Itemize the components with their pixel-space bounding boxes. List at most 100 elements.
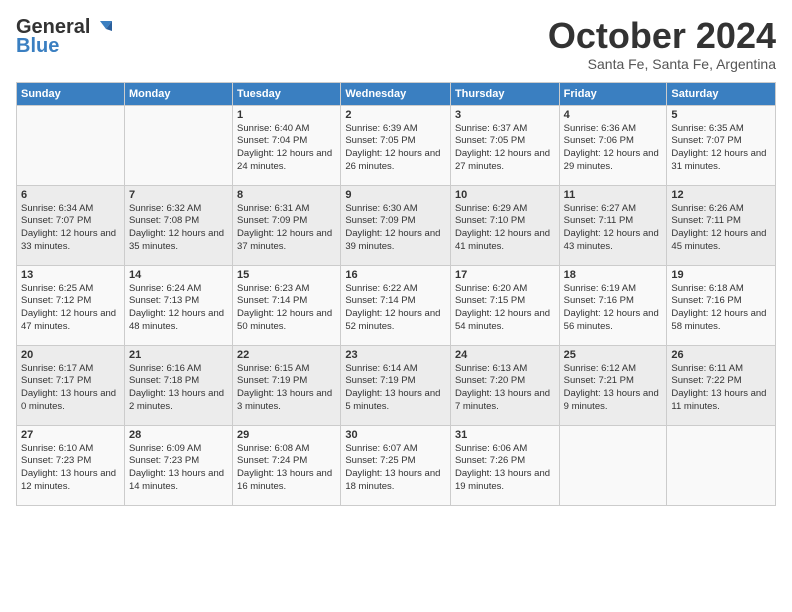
calendar-cell: 11 Sunrise: 6:27 AM Sunset: 7:11 PM Dayli…: [559, 185, 667, 265]
logo-bird-icon: [92, 17, 114, 39]
calendar-cell: [667, 425, 776, 505]
day-number: 18: [564, 269, 663, 281]
calendar-cell: 13 Sunrise: 6:25 AM Sunset: 7:12 PM Dayli…: [17, 265, 125, 345]
day-number: 26: [671, 349, 771, 361]
day-number: 14: [129, 269, 228, 281]
day-number: 19: [671, 269, 771, 281]
day-number: 2: [345, 109, 446, 121]
calendar-cell: 27 Sunrise: 6:10 AM Sunset: 7:23 PM Dayli…: [17, 425, 125, 505]
day-number: 22: [237, 349, 336, 361]
calendar-table: SundayMondayTuesdayWednesdayThursdayFrid…: [16, 82, 776, 506]
calendar-cell: 2 Sunrise: 6:39 AM Sunset: 7:05 PM Daylig…: [341, 105, 451, 185]
calendar-cell: 31 Sunrise: 6:06 AM Sunset: 7:26 PM Dayli…: [450, 425, 559, 505]
day-detail: Sunrise: 6:26 AM Sunset: 7:11 PM Dayligh…: [671, 203, 766, 252]
day-number: 27: [21, 429, 120, 441]
day-number: 1: [237, 109, 336, 121]
calendar-cell: 12 Sunrise: 6:26 AM Sunset: 7:11 PM Dayli…: [667, 185, 776, 265]
calendar-week-2: 6 Sunrise: 6:34 AM Sunset: 7:07 PM Daylig…: [17, 185, 776, 265]
calendar-cell: 30 Sunrise: 6:07 AM Sunset: 7:25 PM Dayli…: [341, 425, 451, 505]
weekday-header-wednesday: Wednesday: [341, 82, 451, 105]
calendar-cell: 3Sunrise: 6:37 AM Sunset: 7:05 PM Daylig…: [450, 105, 559, 185]
calendar-cell: 15 Sunrise: 6:23 AM Sunset: 7:14 PM Dayli…: [233, 265, 341, 345]
calendar-header: SundayMondayTuesdayWednesdayThursdayFrid…: [17, 82, 776, 105]
calendar-cell: 20 Sunrise: 6:17 AM Sunset: 7:17 PM Dayli…: [17, 345, 125, 425]
weekday-header-row: SundayMondayTuesdayWednesdayThursdayFrid…: [17, 82, 776, 105]
logo-blue-text: Blue: [16, 35, 59, 58]
weekday-header-tuesday: Tuesday: [233, 82, 341, 105]
calendar-cell: 25 Sunrise: 6:12 AM Sunset: 7:21 PM Dayli…: [559, 345, 667, 425]
weekday-header-sunday: Sunday: [17, 82, 125, 105]
calendar-cell: 7 Sunrise: 6:32 AM Sunset: 7:08 PM Daylig…: [124, 185, 232, 265]
day-detail: Sunrise: 6:23 AM Sunset: 7:14 PM Dayligh…: [237, 283, 332, 332]
calendar-week-1: 1 Sunrise: 6:40 AM Sunset: 7:04 PM Daylig…: [17, 105, 776, 185]
day-detail: Sunrise: 6:20 AM Sunset: 7:15 PM Dayligh…: [455, 283, 550, 332]
calendar-body: 1 Sunrise: 6:40 AM Sunset: 7:04 PM Daylig…: [17, 105, 776, 505]
calendar-cell: 29Sunrise: 6:08 AM Sunset: 7:24 PM Dayli…: [233, 425, 341, 505]
title-area: October 2024 Santa Fe, Santa Fe, Argenti…: [548, 16, 776, 72]
day-detail: Sunrise: 6:30 AM Sunset: 7:09 PM Dayligh…: [345, 203, 440, 252]
calendar-cell: 23 Sunrise: 6:14 AM Sunset: 7:19 PM Dayli…: [341, 345, 451, 425]
day-detail: Sunrise: 6:36 AM Sunset: 7:06 PM Dayligh…: [564, 123, 659, 172]
day-detail: Sunrise: 6:17 AM Sunset: 7:17 PM Dayligh…: [21, 363, 116, 412]
day-number: 20: [21, 349, 120, 361]
day-number: 15: [237, 269, 336, 281]
day-detail: Sunrise: 6:11 AM Sunset: 7:22 PM Dayligh…: [671, 363, 766, 412]
day-number: 30: [345, 429, 446, 441]
calendar-cell: 18 Sunrise: 6:19 AM Sunset: 7:16 PM Dayli…: [559, 265, 667, 345]
day-detail: Sunrise: 6:40 AM Sunset: 7:04 PM Dayligh…: [237, 123, 332, 172]
calendar-week-3: 13 Sunrise: 6:25 AM Sunset: 7:12 PM Dayli…: [17, 265, 776, 345]
day-detail: Sunrise: 6:10 AM Sunset: 7:23 PM Dayligh…: [21, 443, 116, 492]
day-number: 13: [21, 269, 120, 281]
calendar-cell: 17 Sunrise: 6:20 AM Sunset: 7:15 PM Dayli…: [450, 265, 559, 345]
day-detail: Sunrise: 6:32 AM Sunset: 7:08 PM Dayligh…: [129, 203, 224, 252]
day-detail: Sunrise: 6:24 AM Sunset: 7:13 PM Dayligh…: [129, 283, 224, 332]
day-detail: Sunrise: 6:25 AM Sunset: 7:12 PM Dayligh…: [21, 283, 116, 332]
calendar-cell: [124, 105, 232, 185]
day-number: 7: [129, 189, 228, 201]
header: General Blue October 2024 Santa Fe, Sant…: [16, 16, 776, 72]
calendar-cell: 24Sunrise: 6:13 AM Sunset: 7:20 PM Dayli…: [450, 345, 559, 425]
calendar-cell: 14 Sunrise: 6:24 AM Sunset: 7:13 PM Dayli…: [124, 265, 232, 345]
day-detail: Sunrise: 6:34 AM Sunset: 7:07 PM Dayligh…: [21, 203, 116, 252]
day-number: 28: [129, 429, 228, 441]
day-number: 11: [564, 189, 663, 201]
day-detail: Sunrise: 6:39 AM Sunset: 7:05 PM Dayligh…: [345, 123, 440, 172]
day-detail: Sunrise: 6:29 AM Sunset: 7:10 PM Dayligh…: [455, 203, 550, 252]
day-detail: Sunrise: 6:09 AM Sunset: 7:23 PM Dayligh…: [129, 443, 224, 492]
day-number: 31: [455, 429, 555, 441]
day-detail: Sunrise: 6:22 AM Sunset: 7:14 PM Dayligh…: [345, 283, 440, 332]
day-number: 9: [345, 189, 446, 201]
day-number: 8: [237, 189, 336, 201]
day-detail: Sunrise: 6:06 AM Sunset: 7:26 PM Dayligh…: [455, 443, 550, 492]
day-detail: Sunrise: 6:07 AM Sunset: 7:25 PM Dayligh…: [345, 443, 440, 492]
day-number: 4: [564, 109, 663, 121]
calendar-cell: 26 Sunrise: 6:11 AM Sunset: 7:22 PM Dayli…: [667, 345, 776, 425]
day-detail: Sunrise: 6:16 AM Sunset: 7:18 PM Dayligh…: [129, 363, 224, 412]
calendar-cell: 4 Sunrise: 6:36 AM Sunset: 7:06 PM Daylig…: [559, 105, 667, 185]
day-number: 23: [345, 349, 446, 361]
calendar-cell: [559, 425, 667, 505]
day-number: 17: [455, 269, 555, 281]
weekday-header-thursday: Thursday: [450, 82, 559, 105]
calendar-cell: 6 Sunrise: 6:34 AM Sunset: 7:07 PM Daylig…: [17, 185, 125, 265]
day-number: 10: [455, 189, 555, 201]
calendar-cell: 8 Sunrise: 6:31 AM Sunset: 7:09 PM Daylig…: [233, 185, 341, 265]
day-number: 16: [345, 269, 446, 281]
day-detail: Sunrise: 6:19 AM Sunset: 7:16 PM Dayligh…: [564, 283, 659, 332]
calendar-cell: 1 Sunrise: 6:40 AM Sunset: 7:04 PM Daylig…: [233, 105, 341, 185]
day-number: 6: [21, 189, 120, 201]
calendar-cell: 22 Sunrise: 6:15 AM Sunset: 7:19 PM Dayli…: [233, 345, 341, 425]
weekday-header-friday: Friday: [559, 82, 667, 105]
day-detail: Sunrise: 6:15 AM Sunset: 7:19 PM Dayligh…: [237, 363, 332, 412]
day-number: 12: [671, 189, 771, 201]
day-detail: Sunrise: 6:35 AM Sunset: 7:07 PM Dayligh…: [671, 123, 766, 172]
day-number: 24: [455, 349, 555, 361]
weekday-header-monday: Monday: [124, 82, 232, 105]
day-detail: Sunrise: 6:08 AM Sunset: 7:24 PM Dayligh…: [237, 443, 332, 492]
day-number: 25: [564, 349, 663, 361]
day-detail: Sunrise: 6:12 AM Sunset: 7:21 PM Dayligh…: [564, 363, 659, 412]
day-detail: Sunrise: 6:31 AM Sunset: 7:09 PM Dayligh…: [237, 203, 332, 252]
day-detail: Sunrise: 6:14 AM Sunset: 7:19 PM Dayligh…: [345, 363, 440, 412]
calendar-cell: 16 Sunrise: 6:22 AM Sunset: 7:14 PM Dayli…: [341, 265, 451, 345]
day-detail: Sunrise: 6:27 AM Sunset: 7:11 PM Dayligh…: [564, 203, 659, 252]
